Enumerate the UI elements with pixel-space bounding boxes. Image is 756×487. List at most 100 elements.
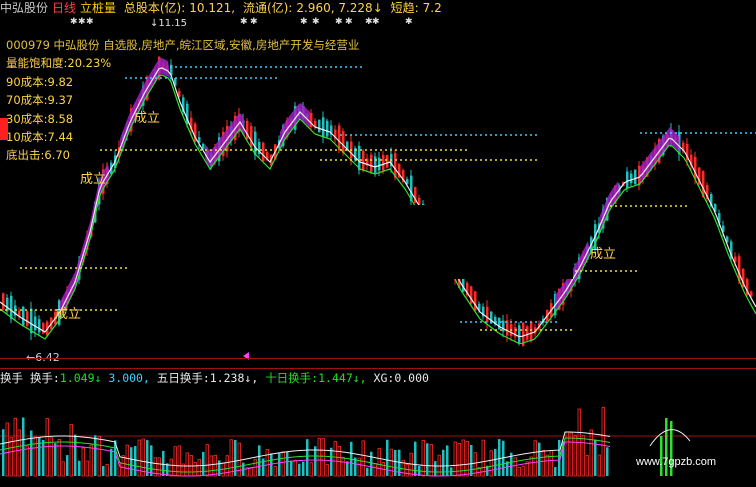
overlay-black-region — [430, 0, 756, 112]
ten-day-label: 十日换手: — [265, 371, 319, 385]
star-marker: ✱ — [372, 17, 380, 27]
signal-label-chengli: 成立 — [80, 172, 106, 187]
turnover-value: 1.049↓ — [59, 371, 102, 385]
star-marker: ✱ — [405, 17, 413, 27]
volume-bar — [146, 440, 149, 476]
candle-body — [374, 156, 377, 173]
cost-30: 30成本:8.58 — [6, 111, 74, 126]
volume-bar — [290, 460, 293, 476]
watermark: www.7gpzb.com — [636, 456, 717, 468]
chart-header: 中弘股份 日线 立桩量 总股本(亿): 10.121, 流通(亿): 2.960, 7.… — [0, 0, 756, 16]
total-share-label: 总股本(亿): — [123, 1, 186, 15]
axis-divider — [0, 358, 756, 359]
candle-body — [474, 291, 477, 311]
star-marker: ✱ — [240, 17, 248, 27]
total-share-value: 10.121, — [189, 1, 236, 15]
short-trend-value: 7.2 — [422, 1, 442, 15]
float-value: 2.960, 7.228↓ — [296, 1, 383, 15]
volume-bar — [330, 447, 333, 476]
volume-bar — [298, 463, 301, 476]
volume-bar — [434, 461, 437, 476]
volume-bar — [74, 434, 77, 476]
volume-bar — [554, 467, 557, 476]
volume-bar — [278, 453, 281, 476]
candle-body — [38, 319, 41, 333]
volume-bar — [202, 451, 205, 476]
top-price-marker: ↓11.15 — [150, 18, 187, 29]
candle-body — [626, 171, 629, 188]
candle-body — [34, 316, 37, 331]
volume-bar — [498, 439, 501, 476]
stock-name[interactable]: 中弘股份 — [0, 1, 48, 15]
volume-bar — [286, 451, 289, 476]
volume-indicator-name[interactable]: 换手 — [0, 371, 23, 385]
candle-body — [518, 325, 521, 343]
volume-bar — [94, 435, 97, 476]
stock-info-title: 000979 中弘股份 自选股,房地产,皖江区域,安徽,房地产开发与经营业 — [6, 38, 360, 52]
axis-divider-lower — [0, 368, 756, 369]
star-marker: ✱ — [250, 17, 258, 27]
candle-body — [382, 154, 385, 171]
volume-header: 换手 换手:1.049↓ 3.000, 五日换手:1.238↓, 十日换手:1.… — [0, 370, 756, 386]
five-day-label: 五日换手: — [156, 371, 210, 385]
volume-bar — [370, 451, 373, 476]
volume-bar — [2, 429, 5, 476]
star-marker: ✱ — [78, 17, 86, 27]
candle-body — [526, 326, 529, 340]
volume-bar — [314, 446, 317, 476]
volume-chart[interactable] — [0, 386, 756, 487]
info-panel: 000979 中弘股份 自选股,房地产,皖江区域,安徽,房地产开发与经营业 量能… — [6, 36, 359, 165]
cost-90: 90成本:9.82 — [6, 74, 74, 89]
volume-bar — [162, 450, 165, 476]
volume-bar — [66, 455, 69, 476]
turnover-ma: 3.000, — [108, 371, 150, 385]
cost-marker-block — [0, 118, 8, 140]
volume-bar — [42, 439, 45, 476]
star-marker: ✱ — [70, 17, 78, 27]
float-label: 流通(亿): — [242, 1, 293, 15]
volume-bar — [470, 444, 473, 476]
xg-value: 0.000 — [394, 371, 429, 385]
volume-bar — [302, 461, 305, 476]
volume-bar — [258, 445, 261, 476]
candle-body — [2, 293, 5, 310]
period-label[interactable]: 日线 — [52, 1, 76, 15]
signal-label-chengli: 成立 — [590, 247, 616, 262]
star-marker: ✱ — [300, 17, 308, 27]
volume-bar — [538, 442, 541, 476]
candle-body — [26, 311, 29, 326]
volume-bar — [22, 417, 25, 476]
candle-body — [486, 306, 489, 323]
cost-10: 10成本:7.44 — [6, 130, 74, 145]
candle-body — [694, 156, 697, 180]
volume-bar — [78, 460, 81, 476]
cost-70: 70成本:9.37 — [6, 93, 74, 108]
ten-day-value: 1.447↓, — [318, 371, 367, 385]
candle-body — [10, 295, 13, 320]
volume-bar — [110, 448, 113, 476]
volume-bar — [494, 448, 497, 476]
volume-bar — [134, 446, 137, 476]
five-day-value: 1.238↓, — [209, 371, 259, 385]
volume-saturation: 量能饱和度:20.23% — [6, 56, 112, 71]
short-trend-label: 短趋: — [390, 1, 419, 15]
candle-body — [502, 320, 505, 332]
volume-bar — [30, 430, 33, 476]
candle-body — [362, 150, 365, 171]
signal-label-chengli: 成立 — [55, 307, 81, 322]
volume-bar — [130, 447, 133, 476]
candle-body — [22, 306, 25, 326]
volume-bar — [366, 467, 369, 476]
indicator-name[interactable]: 立桩量 — [80, 1, 116, 15]
volume-bar — [150, 445, 153, 476]
volume-bar — [102, 465, 105, 476]
candle-body — [386, 155, 389, 168]
candle-body — [630, 173, 633, 184]
candle-body — [634, 169, 637, 185]
star-marker: ✱ — [86, 17, 94, 27]
volume-bar — [306, 439, 309, 476]
volume-bar — [346, 461, 349, 476]
candle-body — [370, 154, 373, 173]
star-marker: ✱ — [335, 17, 343, 27]
xg-label: XG: — [373, 371, 395, 385]
